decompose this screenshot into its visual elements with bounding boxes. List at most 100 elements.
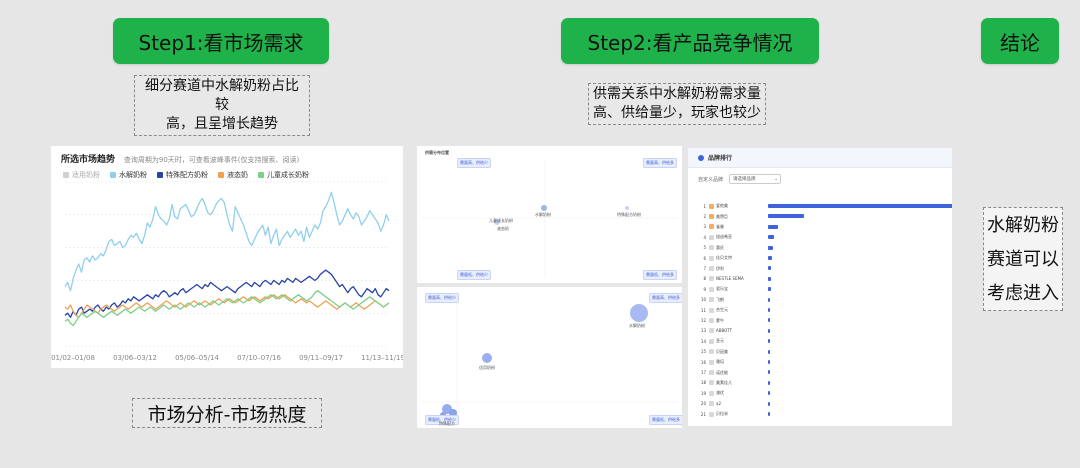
brand-name: 美赞臣: [716, 213, 728, 219]
ranking-number: 21: [700, 411, 706, 417]
brand-name: 纽迪希亚: [716, 234, 732, 240]
ranking-number: 6: [703, 255, 706, 261]
ranking-row[interactable]: 11 合生元: [698, 306, 948, 314]
ranking-row[interactable]: 19 澳优: [698, 389, 948, 397]
step2-button[interactable]: Step2:看产品竞争情况: [561, 18, 819, 64]
brand-logo-icon: [709, 390, 714, 396]
brand-select-placeholder: 请选择品牌: [733, 177, 756, 182]
brand-logo-icon: [709, 349, 714, 355]
quadrant-tag-tl: 需量高、供给少: [425, 293, 459, 303]
brand-name: 贝因美: [716, 348, 728, 354]
supply-note-line1: 供需关系中水解奶粉需求量: [593, 86, 761, 102]
ranking-row[interactable]: 21 贝拉米: [698, 410, 948, 418]
brand-name: 雅培: [716, 359, 724, 365]
ranking-row[interactable]: 14 圣元: [698, 337, 948, 345]
market-trend-panel: 所选市场趋势 查询周期为90天时，可查看波峰事件(仅支持搜索、阅读) 适用奶粉水…: [51, 146, 403, 368]
ranking-row[interactable]: 15 贝因美: [698, 348, 948, 356]
ranking-number: 1: [703, 203, 706, 209]
ranking-row[interactable]: 20 a2: [698, 400, 948, 408]
bubble-bottom-plot: [421, 293, 678, 425]
series-line-0[interactable]: [64, 191, 390, 292]
ranking-row[interactable]: 5 惠氏: [698, 244, 948, 252]
ranking-row[interactable]: 10 飞鹤: [698, 296, 948, 304]
brand-logo-icon: [709, 307, 714, 313]
bubble-bottom-label-1: 水解奶粉: [629, 323, 645, 328]
ranking-bar: [768, 214, 805, 219]
brand-logo-icon: [709, 214, 714, 220]
brand-name: 惠氏: [716, 244, 724, 250]
ranking-row[interactable]: 13 ABBOTT: [698, 327, 948, 335]
quadrant-tag-br: 需量低、供给多: [643, 270, 677, 280]
conclusion-box: 水解奶粉 赛道可以 考虑进入: [983, 207, 1063, 311]
brand-logo-icon: [709, 380, 714, 386]
supply-demand-chart-top: 供需分布位置 需量高、供给少 需量高、供给多 需量低、供给少 需量低、供给多 儿…: [417, 146, 682, 283]
brand-name: 美素佳儿: [716, 379, 732, 385]
brand-logo-icon: [709, 286, 714, 292]
brand-select[interactable]: 请选择品牌 ⌄: [729, 174, 782, 184]
supply-note-line2: 高、供给量少，玩家也较少: [593, 105, 761, 121]
ranking-number: 8: [703, 276, 706, 282]
ranking-bar: [768, 380, 770, 385]
bubble-top-label-1: 儿童成长奶粉: [489, 218, 513, 223]
ranking-number: 16: [700, 359, 706, 365]
brand-logo-icon: [709, 234, 714, 240]
ranking-row[interactable]: 8 NESTLE SEMA: [698, 275, 948, 283]
ranking-bar: [768, 349, 770, 354]
brand-logo-icon: [709, 318, 714, 324]
ranking-row[interactable]: 6 佳贝艾特: [698, 254, 948, 262]
demand-note-line2: 高，且呈增长趋势: [166, 116, 278, 132]
ranking-number: 13: [700, 328, 706, 334]
ranking-number: 14: [700, 338, 706, 344]
ranking-row[interactable]: 16 雅培: [698, 358, 948, 366]
bubble-3[interactable]: [625, 206, 629, 210]
quadrant-tag-tr: 需量高、供给多: [643, 158, 677, 168]
x-tick-label: 05/06–05/14: [175, 354, 219, 362]
step1-button[interactable]: Step1:看市场需求: [113, 18, 329, 64]
ranking-number: 5: [703, 245, 706, 251]
brand-name: 伊利: [716, 265, 724, 271]
ranking-row[interactable]: 17 诺优能: [698, 368, 948, 376]
brand-logo-icon: [709, 297, 714, 303]
ranking-title: 品牌排行: [708, 155, 733, 162]
quadrant-tag-tl: 需量高、供给少: [457, 158, 491, 168]
ranking-row[interactable]: 7 伊利: [698, 264, 948, 272]
ranking-bar: [768, 297, 771, 302]
ranking-number: 9: [703, 286, 706, 292]
ranking-row[interactable]: 3 雀巢: [698, 223, 948, 231]
ranking-row[interactable]: 1 爱他美: [698, 202, 952, 210]
x-tick-label: 09/11–09/17: [299, 354, 343, 362]
market-analysis-caption: 市场分析-市场热度: [132, 398, 322, 428]
ranking-number: 12: [700, 318, 706, 324]
ranking-bar: [768, 339, 770, 344]
x-tick-label: 07/10–07/16: [237, 354, 281, 362]
ranking-row[interactable]: 2 美赞臣: [698, 212, 948, 220]
brand-logo-icon: [709, 276, 714, 282]
x-tick-label: 11/13–11/19: [361, 354, 403, 362]
ranking-row[interactable]: 12 蒙牛: [698, 316, 948, 324]
conclusion-button[interactable]: 结论: [981, 18, 1059, 64]
ranking-row[interactable]: 4 纽迪希亚: [698, 233, 948, 241]
ranking-bar: [768, 318, 771, 323]
ranking-bar: [768, 235, 774, 240]
ranking-row[interactable]: 18 美素佳儿: [698, 379, 948, 387]
series-line-3[interactable]: [64, 290, 390, 327]
brand-logo-icon: [709, 359, 714, 365]
brand-name: 澳优: [716, 390, 724, 396]
brand-name: a2: [716, 401, 721, 407]
brand-logo-icon: [709, 266, 714, 272]
quadrant-tag-br: 需量低、供给多: [649, 415, 682, 425]
ranking-bar: [768, 328, 770, 333]
bubble-large[interactable]: [630, 304, 648, 322]
chevron-down-icon: ⌄: [774, 176, 779, 182]
ranking-number: 2: [703, 214, 706, 220]
brand-name: 佳贝艾特: [716, 255, 732, 261]
bubble-medium[interactable]: [482, 353, 492, 363]
ranking-number: 10: [700, 297, 706, 303]
bubble-2[interactable]: [541, 205, 547, 211]
ranking-filter-label: 自定义品牌: [698, 176, 724, 183]
ranking-filter: 自定义品牌 请选择品牌 ⌄: [698, 174, 782, 184]
ranking-row[interactable]: 9 君乐宝: [698, 285, 948, 293]
ranking-number: 3: [703, 224, 706, 230]
brand-logo-icon: [709, 411, 714, 417]
demand-note: 细分赛道中水解奶粉占比较 高，且呈增长趋势: [134, 75, 310, 136]
